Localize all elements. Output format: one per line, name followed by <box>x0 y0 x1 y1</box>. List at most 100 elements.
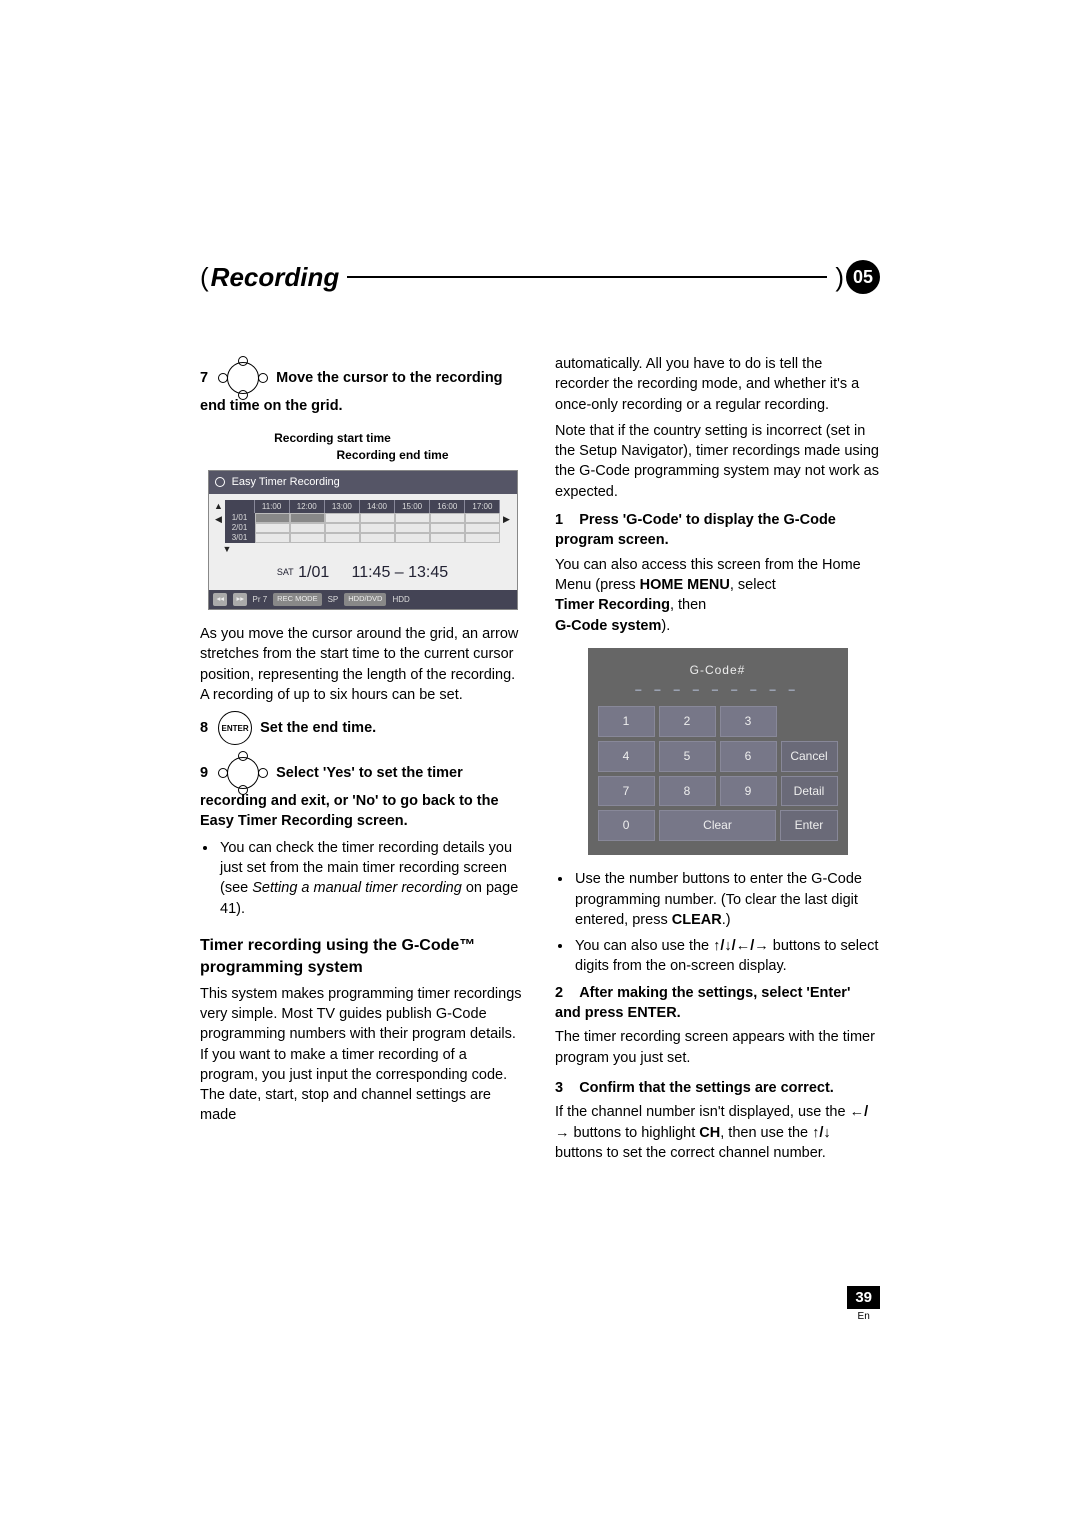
step-number: 9 <box>200 763 208 783</box>
step-3: 3 Confirm that the settings are correct. <box>555 1078 880 1098</box>
note-paragraph: Note that if the country setting is inco… <box>555 421 880 502</box>
time-header: 15:00 <box>395 500 430 513</box>
page-number: 39 <box>847 1286 880 1309</box>
step-text: Confirm that the settings are correct. <box>579 1080 834 1096</box>
step-1: 1 Press 'G-Code' to display the G-Code p… <box>555 510 880 551</box>
info-time-range: 11:45 – 13:45 <box>351 564 448 581</box>
page-lang: En <box>847 1311 880 1322</box>
step-text: Set the end time. <box>260 720 376 736</box>
channel-label: Pr 7 <box>253 594 268 605</box>
step-text: Press 'G-Code' to display the G-Code pro… <box>555 512 836 548</box>
rewind-icon: ◂◂ <box>213 593 227 606</box>
step-number: 8 <box>200 718 208 738</box>
timer-recording-bold: Timer Recording <box>555 597 670 613</box>
arrow-icons: ↑/↓/←/→ <box>713 938 769 954</box>
cursor-pad-icon <box>218 755 268 791</box>
key-1[interactable]: 1 <box>598 706 655 737</box>
list-item: You can also use the ↑/↓/←/→ buttons to … <box>573 936 880 977</box>
key-3[interactable]: 3 <box>720 706 777 737</box>
label-start-time: Recording start time <box>274 431 391 445</box>
widget-title: Easy Timer Recording <box>232 476 340 488</box>
hdd-dvd-chip: HDD/DVD <box>344 593 386 606</box>
time-header: 17:00 <box>465 500 500 513</box>
cursor-pad-icon <box>218 360 268 396</box>
bullet-list: Use the number buttons to enter the G-Co… <box>555 869 880 976</box>
step-8: 8 ENTER Set the end time. <box>200 711 525 745</box>
keypad-dashes: – – – – – – – – – <box>598 683 838 706</box>
grid-arrows-left: ▲◀ <box>213 500 225 525</box>
time-header: 16:00 <box>430 500 465 513</box>
time-header: 13:00 <box>325 500 360 513</box>
key-7[interactable]: 7 <box>598 776 655 807</box>
date-cell: 3/01 <box>225 533 255 543</box>
easy-timer-recording-widget: Easy Timer Recording ▲◀ 11:00 12:00 13:0… <box>208 470 518 610</box>
info-day: SAT <box>277 567 294 577</box>
left-column: 7 Move the cursor to the recording end t… <box>200 354 525 1167</box>
chapter-header: ( Recording ) 05 <box>200 260 880 294</box>
cursor-paragraph: As you move the cursor around the grid, … <box>200 624 525 705</box>
grid-arrow-down: ▼ <box>209 543 517 556</box>
key-4[interactable]: 4 <box>598 741 655 772</box>
label-end-time: Recording end time <box>336 448 448 462</box>
key-detail[interactable]: Detail <box>781 776 838 807</box>
step-9: 9 Select 'Yes' to set the timer recordin… <box>200 755 525 832</box>
key-cancel[interactable]: Cancel <box>781 741 838 772</box>
home-menu-bold: HOME MENU <box>640 577 730 593</box>
grid-bottom-bar: ◂◂ ▸▸ Pr 7 REC MODE SP HDD/DVD HDD <box>209 590 517 609</box>
time-header: 14:00 <box>360 500 395 513</box>
timer-screen-paragraph: The timer recording screen appears with … <box>555 1027 880 1068</box>
step-text: After making the settings, select 'Enter… <box>555 985 850 1021</box>
access-paragraph: You can also access this screen from the… <box>555 555 880 636</box>
gcode-keypad-widget: G-Code# – – – – – – – – – 1 2 3 4 5 6 Ca… <box>588 648 848 855</box>
section-heading: Timer recording using the G-Code™ progra… <box>200 935 525 980</box>
key-enter[interactable]: Enter <box>780 810 837 841</box>
time-header: 12:00 <box>290 500 325 513</box>
paren-right: ) <box>835 262 844 293</box>
header-rule <box>347 276 827 278</box>
clock-icon <box>215 477 225 487</box>
paren-left: ( <box>200 262 209 293</box>
key-6[interactable]: 6 <box>720 741 777 772</box>
key-clear[interactable]: Clear <box>659 810 777 841</box>
keypad-title: G-Code# <box>598 656 838 683</box>
chapter-number-badge: 05 <box>846 260 880 294</box>
bullet-italic: Setting a manual timer recording <box>252 880 462 896</box>
sp-label: SP <box>328 594 339 605</box>
list-item: You can check the timer recording detail… <box>218 838 525 919</box>
step-number: 2 <box>555 985 563 1001</box>
key-2[interactable]: 2 <box>659 706 716 737</box>
chapter-title: Recording <box>211 262 340 293</box>
date-cell: 2/01 <box>225 523 255 533</box>
gcode-system-bold: G-Code system <box>555 618 661 634</box>
key-9[interactable]: 9 <box>720 776 777 807</box>
step-7: 7 Move the cursor to the recording end t… <box>200 360 525 416</box>
grid-pointer-labels: Recording start time Recording end time <box>200 430 525 464</box>
date-cell: 1/01 <box>225 513 255 523</box>
system-paragraph: This system makes programming timer reco… <box>200 984 525 1126</box>
hdd-label: HDD <box>392 594 409 605</box>
timer-grid: 11:00 12:00 13:00 14:00 15:00 16:00 17:0… <box>225 500 501 543</box>
step-number: 1 <box>555 512 563 528</box>
key-8[interactable]: 8 <box>659 776 716 807</box>
auto-paragraph: automatically. All you have to do is tel… <box>555 354 880 415</box>
bullet-list: You can check the timer recording detail… <box>200 838 525 919</box>
key-0[interactable]: 0 <box>598 810 655 841</box>
arrow-ud-icon: ↑/↓ <box>812 1125 831 1141</box>
key-5[interactable]: 5 <box>659 741 716 772</box>
page-footer: 39 En <box>847 1286 880 1322</box>
time-header: 11:00 <box>255 500 290 513</box>
step-number: 3 <box>555 1080 563 1096</box>
recmode-chip: REC MODE <box>273 593 321 606</box>
list-item: Use the number buttons to enter the G-Co… <box>573 869 880 930</box>
right-column: automatically. All you have to do is tel… <box>555 354 880 1167</box>
ch-bold: CH <box>699 1125 720 1141</box>
step-number: 7 <box>200 368 208 388</box>
info-date: 1/01 <box>298 564 329 581</box>
clear-bold: CLEAR <box>672 912 722 928</box>
grid-info-row: SAT 1/01 11:45 – 13:45 <box>209 556 517 590</box>
confirm-paragraph: If the channel number isn't displayed, u… <box>555 1102 880 1163</box>
forward-icon: ▸▸ <box>233 593 247 606</box>
step-2: 2 After making the settings, select 'Ent… <box>555 983 880 1024</box>
widget-title-bar: Easy Timer Recording <box>209 471 517 494</box>
enter-button-icon: ENTER <box>218 711 252 745</box>
